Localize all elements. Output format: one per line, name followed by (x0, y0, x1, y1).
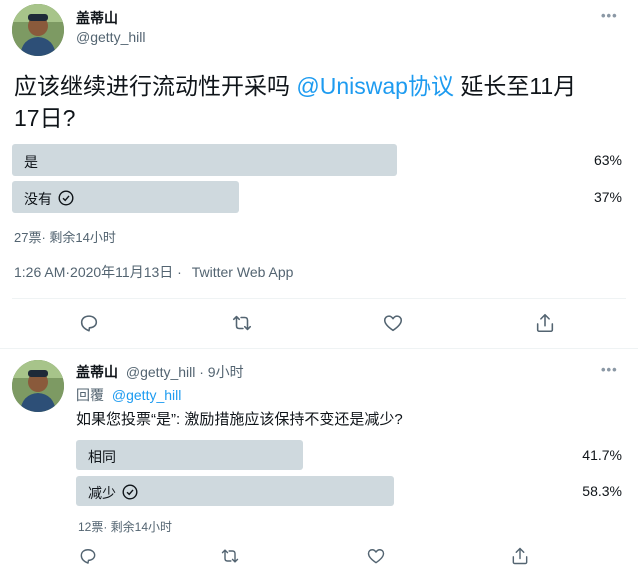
poll-option-percent: 37% (593, 189, 622, 205)
timestamp-row: 1:26 AM·2020年11月13日 · Twitter Web App (14, 262, 293, 282)
timestamp[interactable]: 1:26 AM·2020年11月13日 · (14, 264, 182, 280)
poll-option-label: 是 (24, 152, 38, 172)
tweet-text: 应该继续进行流动性开采吗 @Uniswap协议 延长至11月 17日? (14, 70, 629, 134)
more-options-icon[interactable]: ••• (601, 8, 618, 23)
reply-button[interactable] (78, 312, 102, 336)
check-circle-icon (58, 189, 74, 209)
heart-icon (367, 549, 385, 564)
author-handle[interactable]: @getty_hill (76, 29, 145, 45)
reply-button[interactable] (78, 546, 100, 568)
share-button[interactable] (510, 546, 532, 568)
reply-time[interactable]: · 9小时 (199, 364, 243, 380)
retweet-button[interactable] (220, 546, 242, 568)
share-icon (536, 313, 554, 333)
tweet-text-suffix: 延长至11月 (460, 73, 577, 99)
divider (12, 298, 626, 299)
check-circle-icon (122, 483, 138, 503)
more-options-icon[interactable]: ••• (601, 362, 618, 377)
reply-icon (80, 549, 96, 564)
mention-link[interactable]: @Uniswap协议 (296, 73, 454, 99)
retweet-icon (221, 549, 239, 563)
replying-prefix: 回覆 (76, 387, 104, 403)
poll-option-percent: 63% (593, 152, 622, 168)
reply-icon (80, 315, 98, 332)
retweet-button[interactable] (231, 312, 255, 336)
tweet-text-line2: 17日? (14, 105, 76, 131)
poll-option-text: 相同 (88, 449, 116, 465)
avatar[interactable] (12, 4, 64, 56)
poll-option-percent: 41.7% (582, 447, 622, 463)
author-handle[interactable]: @getty_hill (126, 364, 195, 380)
poll-summary: 27票· 剩余14小时 (14, 230, 116, 245)
reply-header: 盖蒂山 @getty_hill · 9小时 (76, 362, 244, 382)
heart-icon (383, 315, 403, 332)
poll-option-text: 没有 (24, 191, 52, 207)
replying-handle[interactable]: @getty_hill (112, 387, 181, 403)
share-icon (512, 547, 528, 565)
poll-option-text: 是 (24, 154, 38, 170)
reply-text: 如果您投票“是”: 激励措施应该保持不变还是减少? (76, 411, 403, 428)
poll-option-label: 减少 (88, 483, 138, 503)
author-name[interactable]: 盖蒂山 (76, 8, 118, 28)
divider (0, 348, 638, 349)
poll-option-percent: 58.3% (582, 483, 622, 499)
tweet-text-prefix: 应该继续进行流动性开采吗 (14, 73, 290, 99)
author-name[interactable]: 盖蒂山 (76, 364, 118, 380)
avatar[interactable] (12, 360, 64, 412)
poll-option-bar (12, 144, 397, 176)
poll-option-label: 相同 (88, 447, 116, 467)
source-link[interactable]: Twitter Web App (192, 264, 294, 280)
retweet-icon (232, 315, 252, 331)
like-button[interactable] (382, 312, 406, 336)
poll-option-label: 没有 (24, 189, 74, 209)
like-button[interactable] (366, 546, 388, 568)
share-button[interactable] (534, 312, 558, 336)
poll-summary: 12票· 剩余14小时 (78, 520, 173, 534)
replying-to: 回覆 @getty_hill (76, 385, 181, 405)
poll-option-text: 减少 (88, 485, 116, 501)
